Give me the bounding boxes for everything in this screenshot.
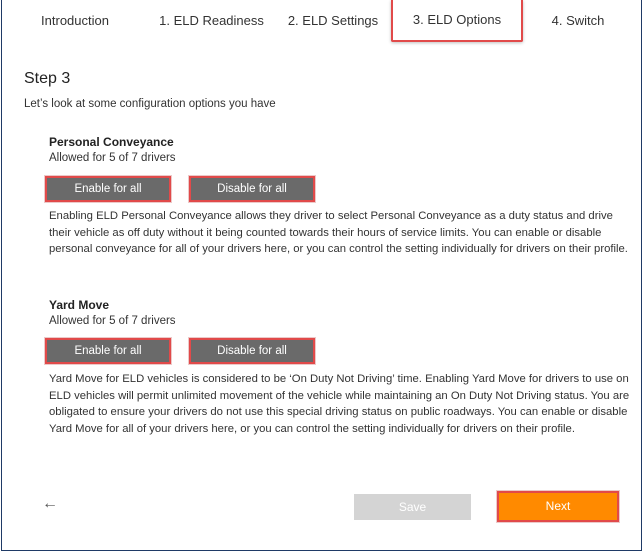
tab-switch[interactable]: 4. Switch (534, 0, 622, 42)
tab-eld-readiness[interactable]: 1. ELD Readiness (149, 0, 274, 42)
personal-conveyance-enable-button[interactable]: Enable for all (45, 176, 171, 202)
tab-introduction[interactable]: Introduction (20, 0, 130, 42)
tab-eld-settings[interactable]: 2. ELD Settings (279, 0, 387, 42)
personal-conveyance-description: Enabling ELD Personal Conveyance allows … (49, 210, 628, 255)
yard-move-title: Yard Move (49, 298, 110, 312)
step-title: Step 3 (24, 70, 71, 87)
wizard-panel: Introduction 1. ELD Readiness 2. ELD Set… (1, 0, 642, 551)
personal-conveyance-allowed: Allowed for 5 of 7 drivers (49, 152, 176, 164)
personal-conveyance-disable-button[interactable]: Disable for all (189, 176, 315, 202)
yard-move-description: Yard Move for ELD vehicles is considered… (49, 373, 630, 435)
yard-move-allowed: Allowed for 5 of 7 drivers (49, 315, 176, 327)
personal-conveyance-title: Personal Conveyance (49, 135, 174, 149)
back-arrow-icon[interactable]: ← (42, 495, 58, 513)
save-button[interactable]: Save (354, 494, 471, 520)
yard-move-disable-button[interactable]: Disable for all (189, 338, 315, 364)
tab-eld-options[interactable]: 3. ELD Options (391, 0, 523, 42)
next-button[interactable]: Next (497, 491, 619, 522)
intro-text: Let’s look at some configuration options… (24, 98, 276, 110)
yard-move-enable-button[interactable]: Enable for all (45, 338, 171, 364)
wizard-tabs: Introduction 1. ELD Readiness 2. ELD Set… (2, 0, 641, 44)
